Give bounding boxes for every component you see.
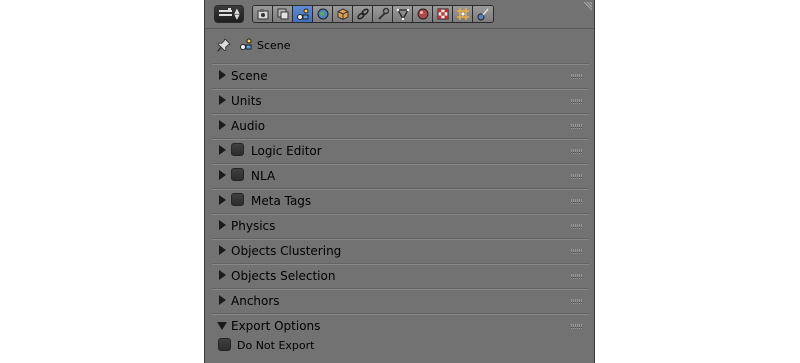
disclosure-right-icon[interactable]	[219, 270, 226, 280]
data-tab-icon	[396, 8, 409, 21]
panel-enable-checkbox-nla[interactable]	[231, 168, 244, 181]
tab-render[interactable]	[253, 6, 273, 22]
tab-scene[interactable]	[293, 6, 313, 22]
panel-label: Objects Selection	[231, 269, 336, 283]
texture-tab-icon	[437, 8, 448, 20]
render-layers-tab-icon	[277, 8, 288, 20]
editor-type-selector[interactable]: ▲ ▼	[214, 5, 244, 23]
panel-list: Scene Units Audio Logic Editor NLA Meta Tags P…	[212, 63, 589, 338]
export-options-body: Do Not Export	[212, 335, 589, 357]
drag-grip-icon[interactable]	[571, 149, 583, 154]
do-not-export-checkbox[interactable]	[218, 338, 231, 351]
tab-material[interactable]	[413, 6, 433, 22]
panel-label: Meta Tags	[251, 194, 312, 208]
tab-data[interactable]	[393, 6, 413, 22]
drag-grip-icon[interactable]	[571, 224, 583, 229]
drag-grip-icon[interactable]	[571, 199, 583, 204]
drag-grip-icon[interactable]	[571, 174, 583, 179]
panel-label: Anchors	[231, 294, 280, 308]
drag-grip-icon[interactable]	[571, 299, 583, 304]
tab-texture[interactable]	[433, 6, 453, 22]
disclosure-right-icon[interactable]	[219, 220, 226, 230]
properties-editor: ▲ ▼ Scene Scene Units Audio Logic Editor…	[204, 0, 595, 363]
context-path: Scene	[205, 30, 594, 60]
tab-modifiers[interactable]	[373, 6, 393, 22]
panel-header-objects-selection[interactable]: Objects Selection	[212, 263, 589, 287]
drag-grip-icon[interactable]	[571, 99, 583, 104]
panel-header-nla[interactable]: NLA	[212, 163, 589, 187]
panel-label: NLA	[251, 169, 276, 183]
tab-object[interactable]	[333, 6, 353, 22]
panel-header-objects-clustering[interactable]: Objects Clustering	[212, 238, 589, 262]
drag-grip-icon[interactable]	[571, 124, 583, 129]
panel-header-logic-editor[interactable]: Logic Editor	[212, 138, 589, 162]
panel-header-meta-tags[interactable]: Meta Tags	[212, 188, 589, 212]
particles-tab-icon	[456, 8, 469, 20]
panel-header-physics[interactable]: Physics	[212, 213, 589, 237]
drag-grip-icon[interactable]	[571, 324, 583, 329]
panel-label: Audio	[231, 119, 266, 133]
area-corner-grip-icon[interactable]	[582, 2, 592, 12]
panel-header-units[interactable]: Units	[212, 88, 589, 112]
do-not-export-label[interactable]: Do Not Export	[237, 339, 314, 352]
constraints-tab-icon	[356, 8, 369, 20]
panel-label: Objects Clustering	[231, 244, 342, 258]
properties-editor-icon	[219, 8, 232, 12]
tab-render-layers[interactable]	[273, 6, 293, 22]
panel-label: Export Options	[231, 319, 321, 333]
panel-header-export-options[interactable]: Export Options	[212, 313, 589, 337]
tab-physics[interactable]	[473, 6, 493, 22]
properties-header: ▲ ▼	[205, 0, 594, 29]
context-scene-label: Scene	[257, 39, 291, 52]
panel-enable-checkbox-logic-editor[interactable]	[231, 143, 244, 156]
scene-tab-icon	[296, 8, 308, 20]
panel-header-anchors[interactable]: Anchors	[212, 288, 589, 312]
disclosure-right-icon[interactable]	[219, 145, 226, 155]
world-tab-icon	[317, 8, 328, 20]
panel-enable-checkbox-meta-tags[interactable]	[231, 193, 244, 206]
render-tab-icon	[257, 9, 268, 20]
scene-icon	[240, 38, 252, 50]
drag-grip-icon[interactable]	[571, 274, 583, 279]
context-tabs	[252, 5, 494, 23]
panel-label: Units	[231, 94, 262, 108]
pin-icon[interactable]	[217, 38, 231, 52]
disclosure-right-icon[interactable]	[219, 245, 226, 255]
drag-grip-icon[interactable]	[571, 74, 583, 79]
panel-label: Physics	[231, 219, 276, 233]
disclosure-right-icon[interactable]	[219, 120, 226, 130]
tab-constraints[interactable]	[353, 6, 373, 22]
tab-world[interactable]	[313, 6, 333, 22]
object-tab-icon	[337, 8, 348, 21]
physics-tab-icon	[477, 8, 489, 21]
drag-grip-icon[interactable]	[571, 249, 583, 254]
up-down-arrows-icon: ▲ ▼	[234, 7, 240, 21]
disclosure-right-icon[interactable]	[219, 70, 226, 80]
panel-label: Scene	[231, 69, 268, 83]
material-tab-icon	[417, 8, 428, 20]
panel-header-scene[interactable]: Scene	[212, 63, 589, 87]
disclosure-right-icon[interactable]	[219, 170, 226, 180]
disclosure-right-icon[interactable]	[219, 195, 226, 205]
panel-label: Logic Editor	[251, 144, 322, 158]
panel-header-audio[interactable]: Audio	[212, 113, 589, 137]
disclosure-right-icon[interactable]	[219, 95, 226, 105]
tab-particles[interactable]	[453, 6, 473, 22]
disclosure-right-icon[interactable]	[219, 295, 226, 305]
disclosure-down-icon[interactable]	[217, 322, 227, 330]
modifiers-tab-icon	[377, 7, 389, 20]
